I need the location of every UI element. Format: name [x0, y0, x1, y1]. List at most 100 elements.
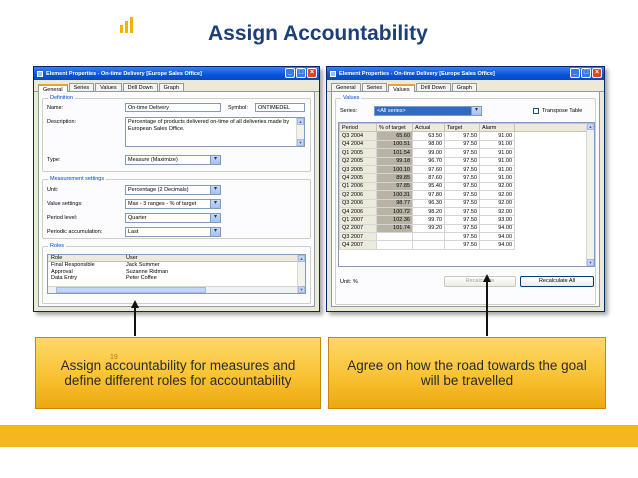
table-row[interactable]: Q4 2004 100.51 98.00 97.50 91.00	[339, 139, 587, 150]
target-cell[interactable]: 97.50	[444, 215, 480, 225]
chevron-down-icon[interactable]: ▾	[210, 186, 220, 194]
target-column-header[interactable]: Target	[444, 123, 480, 133]
table-row[interactable]: Q4 2006 100.72 98.20 97.50 92.00	[339, 206, 587, 217]
scroll-down-icon[interactable]: ▼	[587, 259, 594, 266]
target-cell[interactable]: 97.50	[444, 232, 480, 242]
table-row[interactable]: Q1 2006 97.85 95.40 97.50 92.00	[339, 181, 587, 192]
target-cell[interactable]: 97.50	[444, 223, 480, 234]
tab-graph[interactable]: Graph	[451, 83, 477, 91]
value-settings-select[interactable]: Max - 3 ranges - % of target ▾	[125, 199, 221, 209]
pct-target-cell[interactable]: 99.18	[376, 156, 413, 166]
periodic-accumulation-select[interactable]: Last ▾	[125, 227, 221, 237]
actual-cell[interactable]: 98.00	[412, 139, 445, 150]
maximize-icon[interactable]: □	[296, 68, 306, 78]
period-cell[interactable]: Q3 2005	[339, 164, 377, 175]
alarm-cell[interactable]: 92.00	[479, 181, 515, 192]
alarm-column-header[interactable]: Alarm	[479, 123, 515, 133]
close-icon[interactable]: ×	[307, 68, 317, 78]
description-scrollbar[interactable]: ▲ ▼	[296, 118, 304, 146]
alarm-cell[interactable]: 91.00	[479, 173, 515, 183]
close-icon[interactable]: ×	[592, 68, 602, 78]
actual-cell[interactable]	[412, 232, 445, 242]
actual-cell[interactable]: 63.50	[412, 131, 445, 141]
target-cell[interactable]: 97.50	[444, 181, 480, 192]
pct-target-cell[interactable]: 101.54	[376, 148, 413, 158]
scroll-up-icon[interactable]: ▲	[587, 123, 594, 130]
pct-target-cell[interactable]: 100.72	[376, 206, 413, 217]
period-cell[interactable]: Q4 2005	[339, 173, 377, 183]
pct-target-cell[interactable]: 100.10	[376, 164, 413, 175]
period-column-header[interactable]: Period	[339, 123, 377, 133]
unit-select[interactable]: Percentage (2 Decimals) ▾	[125, 185, 221, 195]
target-cell[interactable]: 97.50	[444, 139, 480, 150]
target-cell[interactable]: 97.50	[444, 156, 480, 166]
tab-values[interactable]: Values	[388, 84, 415, 93]
target-cell[interactable]: 97.50	[444, 131, 480, 141]
alarm-cell[interactable]: 92.00	[479, 198, 515, 208]
transpose-table-checkbox[interactable]	[533, 108, 539, 114]
pct-target-cell[interactable]	[376, 232, 413, 242]
tab-drill-down[interactable]: Drill Down	[122, 83, 158, 91]
actual-cell[interactable]: 87.60	[412, 173, 445, 183]
chevron-down-icon[interactable]: ▾	[210, 156, 220, 164]
tab-general[interactable]: General	[38, 84, 68, 93]
actual-cell[interactable]	[412, 240, 445, 250]
alarm-cell[interactable]: 92.00	[479, 206, 515, 217]
actual-cell[interactable]: 97.80	[412, 190, 445, 200]
table-row[interactable]: Q3 2005 100.10 97.60 97.50 91.00	[339, 164, 587, 175]
period-cell[interactable]: Q2 2005	[339, 156, 377, 166]
symbol-field[interactable]: ONTIMEDEL	[255, 103, 305, 112]
table-row[interactable]: Q3 2006 98.77 96.30 97.50 92.00	[339, 198, 587, 208]
actual-cell[interactable]: 98.20	[412, 206, 445, 217]
period-cell[interactable]: Q4 2004	[339, 139, 377, 150]
actual-cell[interactable]: 95.40	[412, 181, 445, 192]
actual-cell[interactable]: 99.00	[412, 148, 445, 158]
target-cell[interactable]: 97.50	[444, 173, 480, 183]
table-row[interactable]: Q3 2007 97.50 94.00	[339, 232, 587, 242]
chevron-down-icon[interactable]: ▾	[210, 200, 220, 208]
period-cell[interactable]: Q3 2007	[339, 232, 377, 242]
scroll-down-icon[interactable]: ▼	[297, 139, 304, 146]
pct-target-cell[interactable]	[376, 240, 413, 250]
scroll-up-icon[interactable]: ▲	[298, 255, 305, 262]
period-cell[interactable]: Q3 2006	[339, 198, 377, 208]
table-row[interactable]: Q2 2006 100.31 97.80 97.50 92.00	[339, 190, 587, 200]
alarm-cell[interactable]: 91.00	[479, 148, 515, 158]
table-row[interactable]: Q2 2005 99.18 96.70 97.50 91.00	[339, 156, 587, 166]
target-cell[interactable]: 97.50	[444, 240, 480, 250]
maximize-icon[interactable]: □	[581, 68, 591, 78]
tab-general[interactable]: General	[331, 83, 361, 91]
table-row[interactable]: Q4 2007 97.50 94.00	[339, 240, 587, 250]
scroll-thumb[interactable]	[56, 287, 206, 293]
scroll-up-icon[interactable]: ▲	[297, 118, 304, 125]
period-cell[interactable]: Q4 2007	[339, 240, 377, 250]
target-cell[interactable]: 97.50	[444, 148, 480, 158]
target-cell[interactable]: 97.50	[444, 164, 480, 175]
alarm-cell[interactable]: 94.00	[479, 240, 515, 250]
roles-vertical-scrollbar[interactable]: ▲ ▼	[297, 255, 305, 293]
description-field[interactable]: Percentage of products delivered on-time…	[125, 117, 305, 147]
pct-target-cell[interactable]: 101.74	[376, 223, 413, 234]
actual-cell[interactable]: 99.20	[412, 223, 445, 234]
alarm-cell[interactable]: 91.00	[479, 156, 515, 166]
actual-cell[interactable]: 99.70	[412, 215, 445, 225]
alarm-cell[interactable]: 91.00	[479, 139, 515, 150]
name-field[interactable]: On-time Delivery	[125, 103, 221, 112]
table-row[interactable]: Q1 2007 102.36 99.70 97.50 93.00	[339, 215, 587, 225]
table-row[interactable]: Data Entry Peter Coffee	[48, 275, 305, 282]
type-select[interactable]: Measure (Maximize) ▾	[125, 155, 221, 165]
period-cell[interactable]: Q1 2006	[339, 181, 377, 192]
pct-target-cell[interactable]: 100.31	[376, 190, 413, 200]
table-row[interactable]: Q2 2007 101.74 99.20 97.50 94.00	[339, 223, 587, 234]
target-cell[interactable]: 97.50	[444, 198, 480, 208]
actual-column-header[interactable]: Actual	[412, 123, 445, 133]
period-cell[interactable]: Q3 2004	[339, 131, 377, 141]
actual-cell[interactable]: 96.70	[412, 156, 445, 166]
tab-series[interactable]: Series	[361, 83, 388, 91]
period-cell[interactable]: Q1 2005	[339, 148, 377, 158]
alarm-cell[interactable]: 93.00	[479, 215, 515, 225]
recalculate-button[interactable]: Recalculate	[444, 276, 516, 287]
role-column-header[interactable]: Role	[48, 255, 126, 261]
period-cell[interactable]: Q4 2006	[339, 206, 377, 217]
pct-target-cell[interactable]: 100.51	[376, 139, 413, 150]
